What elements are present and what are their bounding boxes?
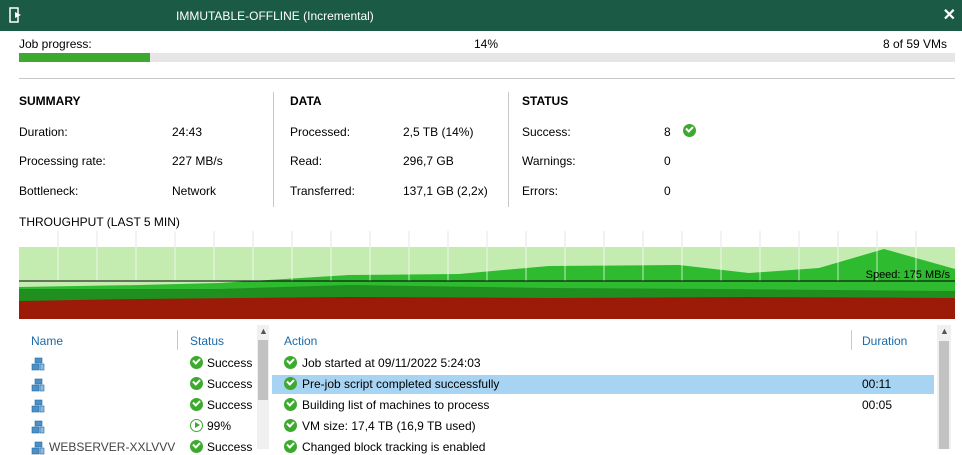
- status-errors-value: 0: [664, 184, 671, 198]
- success-check-icon: [284, 377, 297, 391]
- data-heading: DATA: [290, 94, 322, 108]
- success-check-icon: [190, 377, 203, 391]
- vm-icon: [31, 357, 45, 371]
- vm-status-text: 99%: [207, 418, 232, 433]
- action-row[interactable]: Changed block tracking is enabled: [284, 439, 485, 454]
- success-check-icon: [190, 398, 203, 412]
- action-text: VM size: 17,4 TB (16,9 TB used): [302, 418, 476, 433]
- status-success-label: Success:: [522, 125, 571, 139]
- vm-list-name-header[interactable]: Name: [31, 334, 63, 348]
- column-divider: [177, 330, 178, 350]
- job-progress-percent: 14%: [474, 37, 499, 51]
- vm-list-status-header[interactable]: Status: [190, 334, 224, 348]
- transferred-area: [19, 297, 955, 319]
- action-text: Changed block tracking is enabled: [302, 439, 486, 454]
- action-text: Job started at 09/11/2022 5:24:03: [302, 355, 481, 370]
- summary-bottleneck-label: Bottleneck:: [19, 184, 79, 198]
- summary-heading: SUMMARY: [19, 94, 81, 108]
- vm-name[interactable]: WEBSERVER-XXLVVV: [49, 440, 175, 454]
- section-divider: [508, 92, 509, 207]
- scroll-up-icon[interactable]: ▲: [259, 326, 268, 336]
- action-row[interactable]: Job started at 09/11/2022 5:24:03: [284, 355, 481, 370]
- action-row[interactable]: VM size: 17,4 TB (16,9 TB used): [284, 418, 476, 433]
- vm-status-text: Success: [207, 397, 253, 412]
- action-text: Building list of machines to process: [302, 397, 490, 412]
- success-check-icon: [284, 398, 297, 412]
- success-check-icon: [284, 440, 297, 454]
- data-transferred-label: Transferred:: [290, 184, 355, 198]
- vm-icon: [31, 441, 45, 455]
- action-duration: 00:05: [862, 398, 893, 412]
- status-success-value: 8: [664, 125, 671, 139]
- vm-icon: [31, 378, 45, 392]
- success-check-icon: [190, 440, 203, 454]
- action-text: Pre-job script completed successfully: [302, 376, 500, 391]
- action-row[interactable]: Building list of machines to process: [284, 397, 489, 412]
- vm-status: Success: [190, 397, 252, 412]
- status-heading: STATUS: [522, 94, 569, 108]
- job-progress-label: Job progress:: [19, 37, 92, 51]
- veeam-app-icon: [9, 7, 21, 23]
- data-transferred-value: 137,1 GB (2,2x): [403, 184, 488, 198]
- success-check-icon: [190, 356, 203, 370]
- throughput-speed-label: Speed: 175 MB/s: [865, 269, 950, 281]
- running-icon: [190, 419, 203, 433]
- action-row[interactable]: Pre-job script completed successfully: [284, 376, 499, 391]
- job-progress-vm-count: 8 of 59 VMs: [882, 37, 947, 51]
- action-duration: 00:11: [862, 377, 892, 391]
- action-scrollbar[interactable]: ▲: [937, 325, 951, 449]
- summary-duration-label: Duration:: [19, 125, 68, 139]
- window-title: IMMUTABLE-OFFLINE (Incremental): [176, 9, 374, 23]
- title-bar: IMMUTABLE-OFFLINE (Incremental) ✕: [0, 0, 962, 31]
- summary-bottleneck-value: Network: [172, 184, 217, 198]
- divider: [19, 78, 955, 79]
- job-progress-fill: [19, 53, 151, 62]
- vm-status: Success: [190, 439, 252, 454]
- action-header[interactable]: Action: [284, 334, 317, 348]
- vm-status-text: Success: [207, 376, 253, 391]
- action-scroll-thumb[interactable]: [939, 341, 949, 449]
- vm-status-text: Success: [207, 439, 253, 454]
- column-divider: [851, 330, 852, 350]
- data-read-label: Read:: [290, 154, 323, 168]
- data-processed-label: Processed:: [290, 125, 351, 139]
- vm-list-scrollbar[interactable]: ▲: [257, 325, 269, 449]
- status-errors-label: Errors:: [522, 184, 558, 198]
- vm-status: Success: [190, 376, 252, 391]
- throughput-chart: [19, 231, 955, 319]
- success-check-icon: [284, 419, 297, 433]
- data-read-value: 296,7 GB: [403, 154, 454, 168]
- status-warnings-label: Warnings:: [522, 154, 576, 168]
- vm-status-text: Success: [207, 355, 253, 370]
- summary-rate-label: Processing rate:: [19, 154, 106, 168]
- vm-icon: [31, 420, 45, 434]
- vm-status: 99%: [190, 418, 231, 433]
- success-check-icon: [683, 124, 696, 137]
- summary-duration-value: 24:43: [172, 125, 203, 139]
- close-icon[interactable]: ✕: [943, 5, 956, 25]
- section-divider: [273, 92, 274, 207]
- vm-status: Success: [190, 355, 252, 370]
- summary-rate-value: 227 MB/s: [172, 154, 223, 168]
- duration-header[interactable]: Duration: [862, 334, 907, 348]
- job-progress-bar: [19, 53, 955, 62]
- success-check-icon: [284, 356, 297, 370]
- vm-icon: [31, 399, 45, 413]
- data-processed-value: 2,5 TB (14%): [403, 125, 474, 139]
- status-warnings-value: 0: [664, 154, 671, 168]
- vm-list-scroll-thumb[interactable]: [258, 340, 268, 400]
- throughput-heading: THROUGHPUT (LAST 5 MIN): [19, 215, 180, 229]
- scroll-up-icon[interactable]: ▲: [940, 326, 949, 336]
